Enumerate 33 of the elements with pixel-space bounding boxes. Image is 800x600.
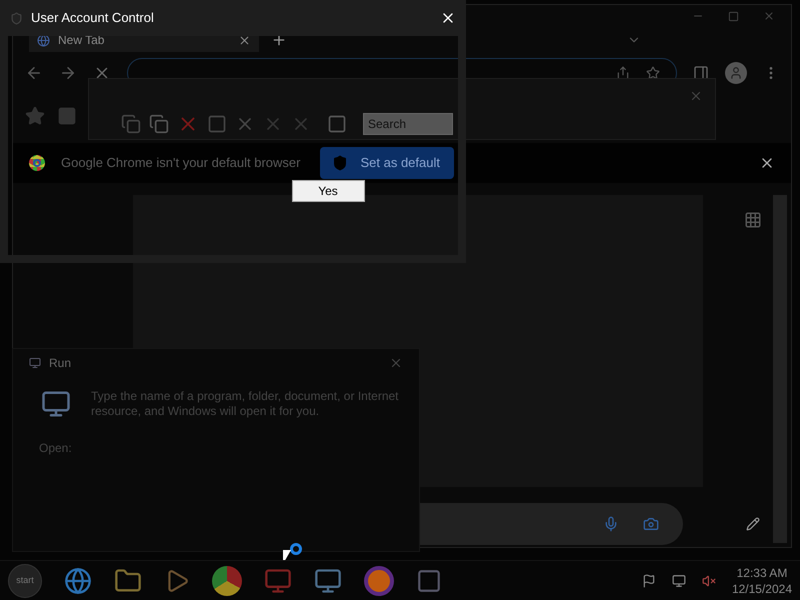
back-icon[interactable] <box>25 64 43 82</box>
clock[interactable]: 12:33 AM 12/15/2024 <box>732 564 792 596</box>
folder-icon[interactable] <box>114 566 142 594</box>
square-icon[interactable] <box>57 106 77 126</box>
apps-grid-icon[interactable] <box>744 211 762 229</box>
copy-icon[interactable] <box>149 114 169 134</box>
flag-icon[interactable] <box>642 574 656 588</box>
maximize-icon[interactable] <box>728 10 739 22</box>
infobar-message: Google Chrome isn't your default browser <box>61 154 300 172</box>
search-field[interactable]: Search <box>363 113 453 135</box>
app-icon[interactable] <box>416 568 442 594</box>
pencil-icon[interactable] <box>746 517 760 531</box>
set-default-button[interactable]: Set as default <box>320 147 454 179</box>
start-button[interactable]: start <box>8 564 42 598</box>
copy-icon[interactable] <box>121 114 141 134</box>
shield-icon <box>332 155 348 171</box>
globe-icon <box>37 34 50 46</box>
muted-volume-icon[interactable] <box>702 574 716 588</box>
shield-icon <box>10 12 23 24</box>
forward-icon[interactable] <box>59 64 77 82</box>
monitor-icon[interactable] <box>314 566 342 594</box>
run-description: Type the name of a program, folder, document, or Internet resource, and Windows will open it for you. <box>91 389 400 419</box>
profile-avatar[interactable] <box>725 62 747 84</box>
square-icon[interactable] <box>207 114 227 134</box>
grid-button-icon[interactable] <box>327 114 347 134</box>
dialog-title: Run <box>49 355 72 372</box>
window-title: User Account Control <box>31 9 154 28</box>
open-label: Open: <box>38 440 73 457</box>
side-panel-icon[interactable] <box>693 65 709 81</box>
camera-icon[interactable] <box>643 516 659 532</box>
bookmark-star-icon[interactable] <box>646 66 660 80</box>
star-icon[interactable] <box>25 106 45 126</box>
microphone-icon[interactable] <box>603 516 619 532</box>
